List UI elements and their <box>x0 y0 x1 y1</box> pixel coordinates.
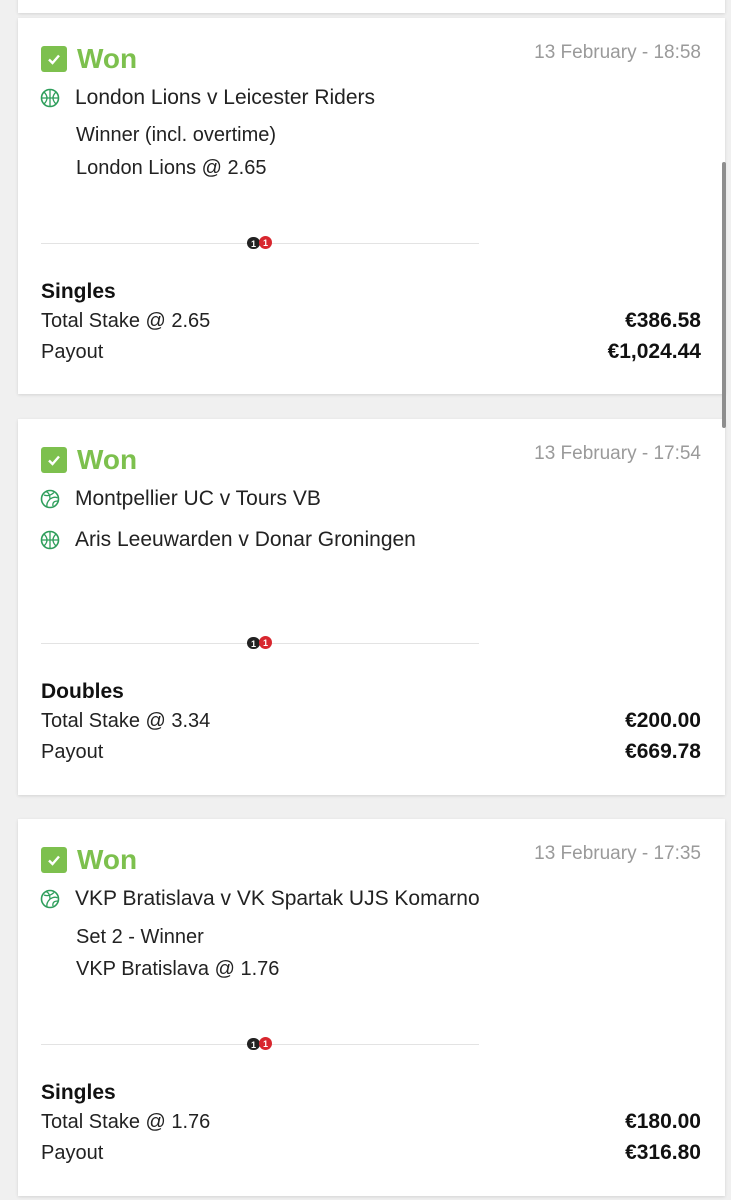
basketball-icon <box>40 530 60 550</box>
event-row[interactable]: London Lions v Leicester Riders <box>40 86 375 110</box>
payout-value: €669.78 <box>625 740 701 763</box>
payout-label: Payout <box>41 1141 104 1164</box>
payout-label: Payout <box>41 340 104 363</box>
svg-text:1: 1 <box>251 239 256 249</box>
status-label: Won <box>77 43 138 74</box>
brand-badge-icon: 11 <box>246 1037 274 1051</box>
bet-date: 13 February - 17:54 <box>534 443 701 464</box>
bet-card[interactable]: Won 13 February - 17:35 VKP Bratislava v… <box>18 819 725 1196</box>
payout-row: Payout €316.80 <box>41 1141 701 1165</box>
market-name: Winner (incl. overtime) <box>76 124 277 146</box>
basketball-icon <box>40 88 60 108</box>
event-name: Aris Leeuwarden v Donar Groningen <box>75 528 416 551</box>
status-row: Won <box>41 843 137 877</box>
stake-row: Total Stake @ 2.65 €386.58 <box>41 309 701 333</box>
stake-label: Total Stake @ 2.65 <box>41 309 211 332</box>
stake-row: Total Stake @ 1.76 €180.00 <box>41 1110 701 1134</box>
status-label: Won <box>77 844 138 875</box>
selection: VKP Bratislava @ 1.76 <box>76 958 280 980</box>
volleyball-icon <box>40 889 60 909</box>
bet-date: 13 February - 17:35 <box>534 843 701 864</box>
event-name: Montpellier UC v Tours VB <box>75 487 321 510</box>
svg-text:1: 1 <box>251 639 256 649</box>
bet-date: 13 February - 18:58 <box>534 42 701 63</box>
checkmark-icon <box>41 447 67 473</box>
status-row: Won <box>41 42 137 76</box>
scrollbar[interactable] <box>722 162 726 428</box>
event-name: London Lions v Leicester Riders <box>75 86 376 109</box>
status-label: Won <box>77 444 138 475</box>
status-row: Won <box>41 443 137 477</box>
stake-value: €200.00 <box>625 709 701 732</box>
bet-card[interactable]: Won 13 February - 17:54 Montpellier UC v… <box>18 419 725 795</box>
svg-text:1: 1 <box>263 1039 268 1049</box>
svg-text:1: 1 <box>263 238 268 248</box>
volleyball-icon <box>40 489 60 509</box>
payout-row: Payout €1,024.44 <box>41 340 701 364</box>
payout-label: Payout <box>41 740 104 763</box>
checkmark-icon <box>41 847 67 873</box>
bet-type: Singles <box>41 280 116 303</box>
payout-value: €316.80 <box>625 1141 701 1164</box>
bet-card[interactable]: Won 13 February - 18:58 London Lions v L… <box>18 18 725 394</box>
previous-card-edge <box>18 0 725 13</box>
event-row[interactable]: Montpellier UC v Tours VB <box>40 487 321 511</box>
brand-badge-icon: 11 <box>246 236 274 250</box>
checkmark-icon <box>41 46 67 72</box>
bet-type: Doubles <box>41 680 124 703</box>
stake-row: Total Stake @ 3.34 €200.00 <box>41 709 701 733</box>
event-row[interactable]: Aris Leeuwarden v Donar Groningen <box>40 528 416 552</box>
svg-text:1: 1 <box>263 638 268 648</box>
payout-value: €1,024.44 <box>607 340 701 363</box>
stake-value: €180.00 <box>625 1110 701 1133</box>
selection: London Lions @ 2.65 <box>76 157 267 179</box>
stake-label: Total Stake @ 1.76 <box>41 1110 211 1133</box>
bet-type: Singles <box>41 1081 116 1104</box>
stake-label: Total Stake @ 3.34 <box>41 709 211 732</box>
svg-text:1: 1 <box>251 1040 256 1050</box>
event-name: VKP Bratislava v VK Spartak UJS Komarno <box>75 887 480 910</box>
market-name: Set 2 - Winner <box>76 926 204 948</box>
brand-badge-icon: 11 <box>246 636 274 650</box>
payout-row: Payout €669.78 <box>41 740 701 764</box>
stake-value: €386.58 <box>625 309 701 332</box>
event-row[interactable]: VKP Bratislava v VK Spartak UJS Komarno <box>40 887 480 911</box>
